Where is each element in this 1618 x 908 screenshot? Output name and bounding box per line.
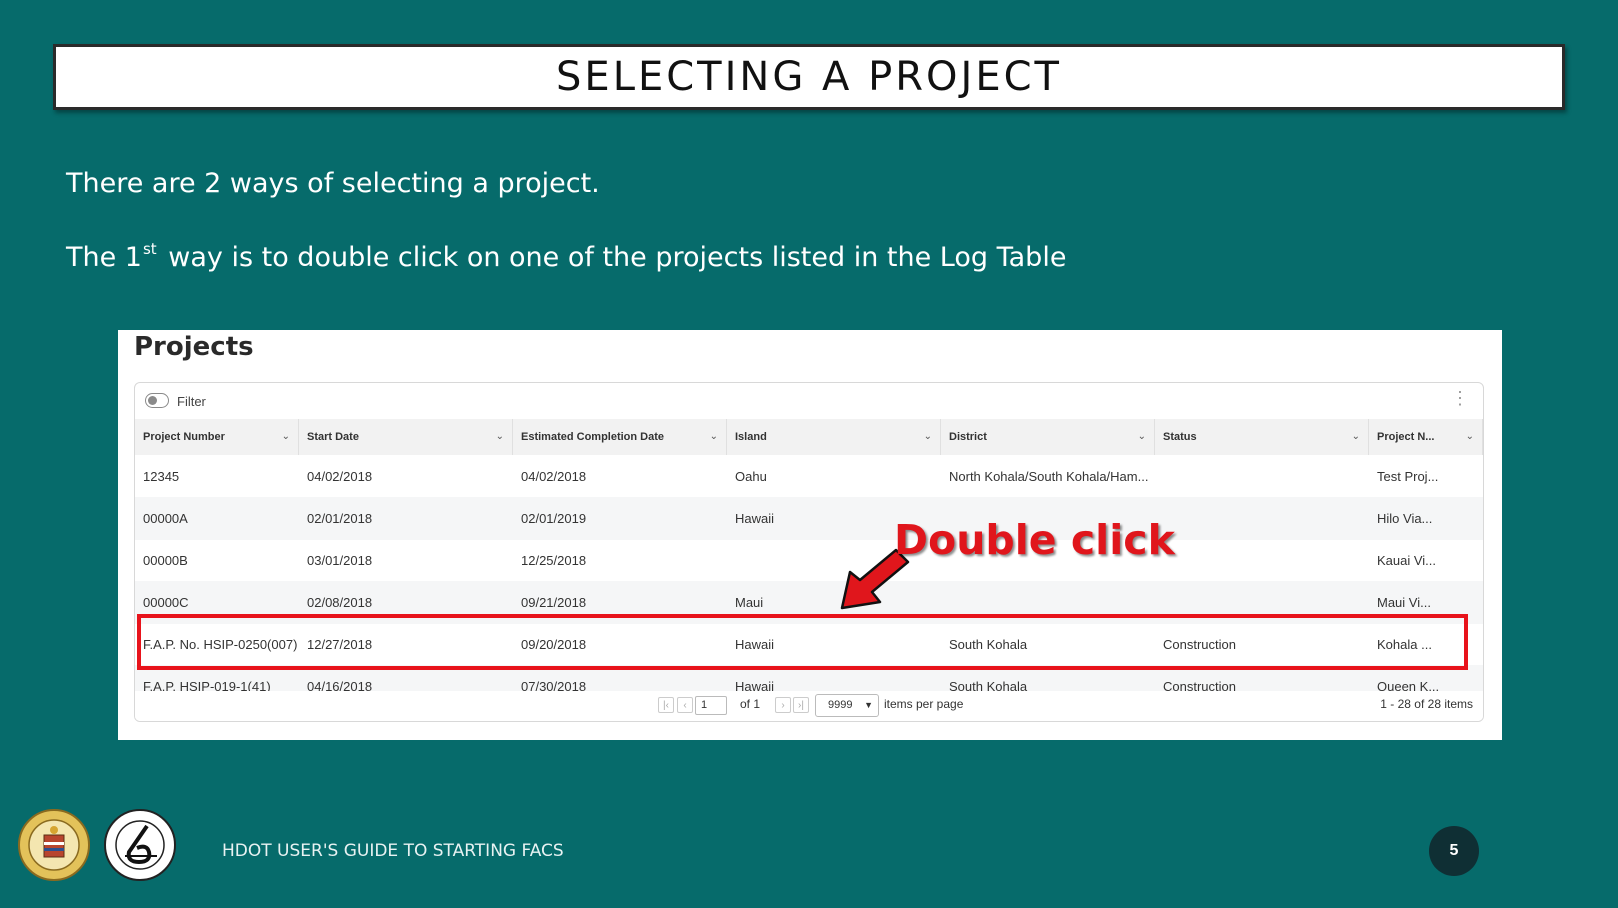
table-cell: 02/01/2018 [307,511,373,526]
table-cell [1155,455,1369,498]
column-header-label: Project N... [1377,431,1435,443]
chevron-down-icon[interactable]: ⌄ [1352,419,1360,455]
first-way-prefix: The 1 [66,242,142,273]
slide-title-box: SELECTING A PROJECT [53,44,1565,110]
filter-toggle[interactable] [145,393,169,408]
projects-grid: Filter ⋮ Project Number ⌄ Start Date ⌄ Estim… [134,382,1484,722]
highlighted-row-outline [137,614,1468,670]
projects-title: Projects [134,332,254,362]
column-header-label: Start Date [307,431,359,443]
slide-title: SELECTING A PROJECT [556,54,1062,100]
table-cell: North Kohala/South Kohala/Ham... [949,469,1149,484]
column-header-label: District [949,431,987,443]
table-cell [1155,539,1369,582]
hdot-logo [104,809,176,881]
prev-page-icon[interactable]: ‹ [677,697,693,713]
items-summary: 1 - 28 of 28 items [1380,697,1473,711]
page-size-value: 9999 [828,699,853,711]
first-way-body: way is to double click on one of the pro… [168,242,1067,273]
grid-header: Project Number ⌄ Start Date ⌄ Estimated Comp… [135,419,1483,455]
chevron-down-icon[interactable]: ⌄ [924,419,932,455]
table-cell: 04/02/2018 [307,469,373,484]
column-header[interactable]: Start Date ⌄ [299,419,513,455]
column-header-label: Status [1163,431,1197,443]
table-cell: 12/25/2018 [521,553,587,568]
table-cell: 02/01/2019 [521,511,587,526]
page-count: of 1 [740,697,761,711]
column-header-label: Project Number [143,431,225,443]
table-cell: Kauai Vi... [1377,553,1437,568]
first-page-icon[interactable]: |‹ [658,697,674,713]
double-click-callout: Double click [894,516,1175,564]
chevron-down-icon[interactable]: ⌄ [282,419,290,455]
table-row[interactable]: 00000B 03/01/2018 12/25/2018 Kauai Vi... [135,539,1483,582]
table-cell: Hilo Via... [1377,511,1433,526]
first-way-ordinal: st [142,240,157,258]
chevron-down-icon[interactable]: ⌄ [1466,419,1474,455]
last-page-icon[interactable]: ›| [793,697,809,713]
column-header[interactable]: Status ⌄ [1155,419,1369,455]
table-cell: Oahu [735,469,767,484]
grid-toolbar: Filter ⋮ [135,383,1483,419]
table-cell: Test Proj... [1377,469,1439,484]
chevron-down-icon[interactable]: ⌄ [1138,419,1146,455]
next-page-icon[interactable]: › [775,697,791,713]
table-cell: 03/01/2018 [307,553,373,568]
table-cell: 12345 [143,469,180,484]
table-cell [1155,497,1369,540]
page-size-select[interactable]: 9999 ▼ [815,694,879,717]
table-row[interactable]: 12345 04/02/2018 04/02/2018 Oahu North Kohal… [135,455,1483,498]
column-header-label: Estimated Completion Date [521,431,665,443]
filter-label: Filter [177,394,206,409]
table-cell: 00000B [143,553,188,568]
column-header[interactable]: Island ⌄ [727,419,941,455]
footer-text: HDOT USER'S GUIDE TO STARTING FACS [222,841,564,861]
chevron-down-icon[interactable]: ⌄ [496,419,504,455]
column-header[interactable]: Project N... ⌄ [1369,419,1483,455]
column-header-label: Island [735,431,767,443]
chevron-down-icon[interactable]: ⌄ [710,419,718,455]
first-way-text: The 1st way is to double click on one of… [66,240,1066,273]
table-cell: 00000A [143,511,188,526]
dropdown-caret-icon: ▼ [864,700,873,710]
projects-panel: Projects Filter ⋮ Project Number ⌄ Start D… [118,330,1502,740]
page-number-badge: 5 [1429,826,1479,876]
column-header[interactable]: Estimated Completion Date ⌄ [513,419,727,455]
page-input[interactable]: 1 [695,696,727,715]
table-cell: 04/02/2018 [521,469,587,484]
items-per-page-label: items per page [884,697,964,711]
state-seal-logo [18,809,90,881]
table-row[interactable]: 00000A 02/01/2018 02/01/2019 Hawaii Hilo Via… [135,497,1483,540]
column-header[interactable]: Project Number ⌄ [135,419,299,455]
column-header[interactable]: District ⌄ [941,419,1155,455]
more-options-icon[interactable]: ⋮ [1451,389,1469,407]
intro-text: There are 2 ways of selecting a project. [66,168,600,199]
grid-pager: |‹ ‹ 1 of 1 › ›| 9999 ▼ items per page 1 … [135,691,1483,721]
